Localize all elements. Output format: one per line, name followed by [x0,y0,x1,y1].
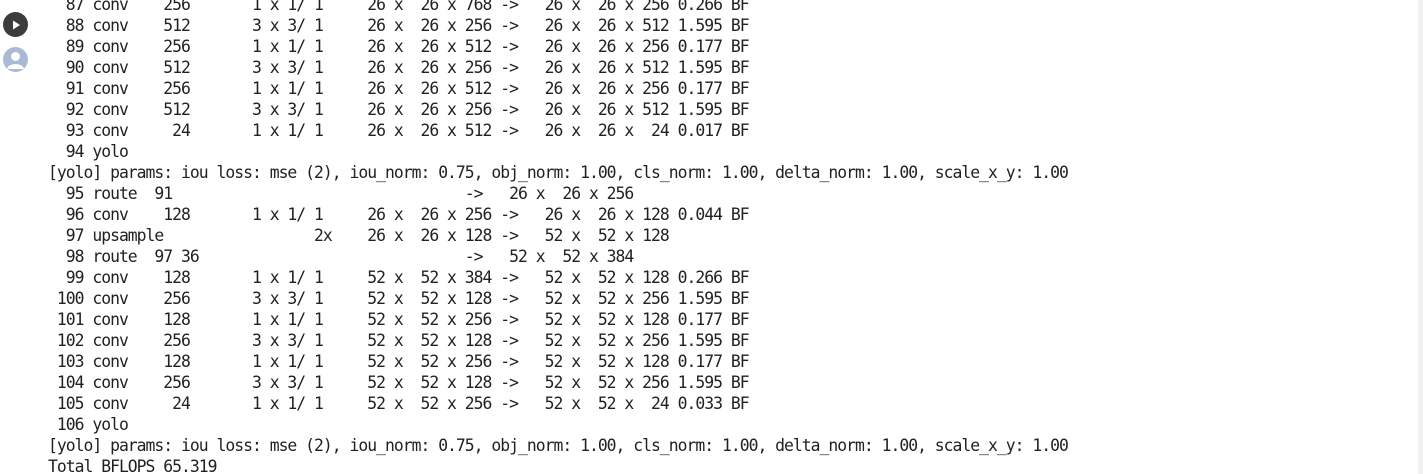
cell-output-text: 87 conv 256 1 x 1/ 1 26 x 26 x 768 -> 26… [48,0,1069,474]
output-line: Total BFLOPS 65.319 [48,457,217,474]
output-line: 87 conv 256 1 x 1/ 1 26 x 26 x 768 -> 26… [48,0,750,14]
output-line: 98 route 97 36 -> 52 x 52 x 384 [48,247,635,266]
notebook-cell-output: 87 conv 256 1 x 1/ 1 26 x 26 x 768 -> 26… [0,0,1423,474]
output-line: 89 conv 256 1 x 1/ 1 26 x 26 x 512 -> 26… [48,37,750,56]
output-line: 96 conv 128 1 x 1/ 1 26 x 26 x 256 -> 26… [48,205,750,224]
output-line: 100 conv 256 3 x 3/ 1 52 x 52 x 128 -> 5… [48,289,750,308]
cell-gutter [0,0,34,474]
output-line: 106 yolo [48,415,129,434]
output-line: 105 conv 24 1 x 1/ 1 52 x 52 x 256 -> 52… [48,394,750,413]
output-line: [yolo] params: iou loss: mse (2), iou_no… [48,163,1069,182]
output-line: 104 conv 256 3 x 3/ 1 52 x 52 x 128 -> 5… [48,373,750,392]
output-line: 97 upsample 2x 26 x 26 x 128 -> 52 x 52 … [48,226,670,245]
output-line: 94 yolo [48,142,129,161]
play-icon [12,20,20,29]
output-line: 91 conv 256 1 x 1/ 1 26 x 26 x 512 -> 26… [48,79,750,98]
output-line: 92 conv 512 3 x 3/ 1 26 x 26 x 256 -> 26… [48,100,750,119]
output-line: 102 conv 256 3 x 3/ 1 52 x 52 x 128 -> 5… [48,331,750,350]
output-line: 93 conv 24 1 x 1/ 1 26 x 26 x 512 -> 26 … [48,121,750,140]
user-avatar-icon [3,47,28,72]
output-line: 101 conv 128 1 x 1/ 1 52 x 52 x 256 -> 5… [48,310,750,329]
output-line: 99 conv 128 1 x 1/ 1 52 x 52 x 384 -> 52… [48,268,750,287]
output-line: 88 conv 512 3 x 3/ 1 26 x 26 x 256 -> 26… [48,16,750,35]
output-line: 103 conv 128 1 x 1/ 1 52 x 52 x 256 -> 5… [48,352,750,371]
output-line: 90 conv 512 3 x 3/ 1 26 x 26 x 256 -> 26… [48,58,750,77]
run-cell-button[interactable] [3,12,28,37]
vertical-scrollbar[interactable] [1418,0,1423,474]
output-line: 95 route 91 -> 26 x 26 x 256 [48,184,635,203]
output-line: [yolo] params: iou loss: mse (2), iou_no… [48,436,1069,455]
